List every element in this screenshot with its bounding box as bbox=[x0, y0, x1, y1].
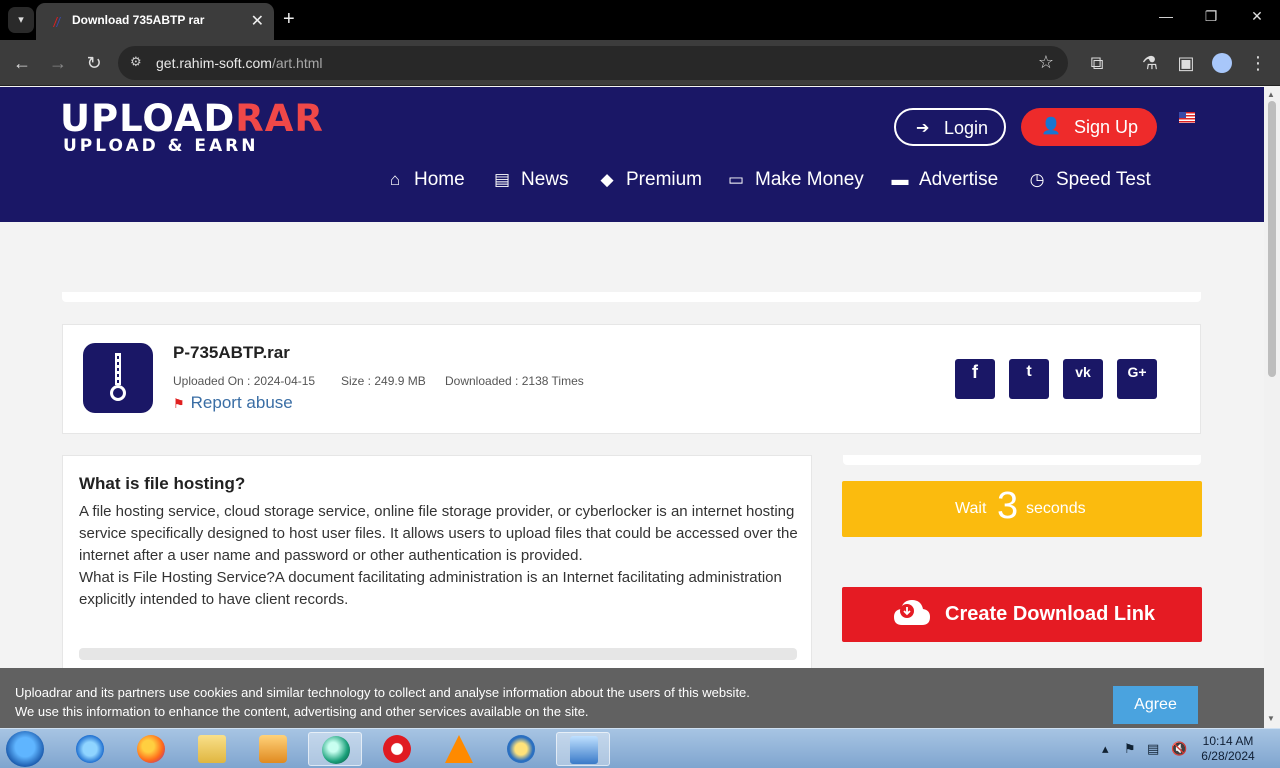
site-favicon-icon bbox=[53, 17, 61, 27]
file-name: P-735ABTP.rar bbox=[173, 343, 290, 362]
vk-share-button[interactable]: vk bbox=[1063, 359, 1103, 399]
forward-icon[interactable]: → bbox=[47, 52, 69, 74]
clock-icon: ◷ bbox=[1029, 170, 1045, 189]
nav-advertise[interactable]: ▬ Advertise bbox=[889, 169, 999, 191]
article-divider bbox=[79, 648, 797, 660]
ad-card-icon: ▬ bbox=[891, 170, 909, 189]
diamond-icon: ◆ bbox=[600, 170, 614, 189]
page-scrollbar[interactable]: ▲ ▼ bbox=[1264, 87, 1280, 728]
money-bill-icon: ▭ bbox=[727, 170, 745, 189]
create-download-link-button[interactable]: Create Download Link bbox=[842, 587, 1202, 642]
extensions-icon[interactable]: ⧉ bbox=[1086, 52, 1108, 74]
system-clock[interactable]: 10:14 AM 6/28/2024 bbox=[1197, 734, 1259, 764]
site-info-icon[interactable]: ⚙ bbox=[130, 54, 148, 72]
start-button[interactable] bbox=[6, 731, 44, 767]
nav-premium[interactable]: ◆ Premium bbox=[596, 169, 702, 191]
user-plus-icon: 👤 bbox=[1041, 118, 1061, 135]
file-info-card: P-735ABTP.rar Uploaded On : 2024-04-15 S… bbox=[62, 324, 1201, 434]
nav-home[interactable]: ⌂ Home bbox=[384, 169, 465, 191]
vlc-icon[interactable] bbox=[432, 732, 486, 766]
cookie-banner: Uploadrar and its partners use cookies a… bbox=[0, 668, 1264, 728]
cloud-download-icon bbox=[894, 600, 930, 625]
windows-taskbar: ▴ ⚑ ▤ 🔇 10:14 AM 6/28/2024 bbox=[0, 728, 1280, 768]
network-icon[interactable]: ▤ bbox=[1147, 741, 1159, 757]
bookmark-star-icon[interactable]: ☆ bbox=[1038, 52, 1054, 73]
address-bar[interactable]: ⚙ get.rahim-soft.com/art.html ☆ bbox=[118, 46, 1068, 80]
zip-file-icon bbox=[83, 343, 153, 413]
report-abuse-link[interactable]: ⚑ Report abuse bbox=[173, 393, 293, 413]
site-logo[interactable]: UPLOADRAR bbox=[60, 97, 324, 140]
reload-icon[interactable]: ↻ bbox=[83, 52, 105, 74]
restore-icon[interactable]: ❐ bbox=[1199, 8, 1223, 25]
nav-news[interactable]: ▤ News bbox=[491, 169, 569, 191]
scroll-up-arrow-icon[interactable]: ▲ bbox=[1267, 90, 1275, 99]
tray-expand-icon[interactable]: ▴ bbox=[1102, 741, 1109, 757]
media-player-icon[interactable] bbox=[246, 732, 300, 766]
sidebar-placeholder-bar bbox=[843, 455, 1201, 465]
side-panel-icon[interactable]: ▣ bbox=[1175, 52, 1197, 74]
cookie-text: Uploadrar and its partners use cookies a… bbox=[15, 685, 750, 719]
article-title: What is file hosting? bbox=[79, 474, 246, 493]
home-icon: ⌂ bbox=[389, 170, 401, 189]
browser-taskbar-icon[interactable] bbox=[308, 732, 362, 766]
twitter-share-button[interactable]: t bbox=[1009, 359, 1049, 399]
newspaper-icon: ▤ bbox=[493, 170, 511, 189]
action-center-flag-icon[interactable]: ⚑ bbox=[1124, 741, 1136, 757]
download-count: Downloaded : 2138 Times bbox=[445, 374, 584, 388]
profile-avatar-icon[interactable] bbox=[1212, 53, 1232, 73]
site-header: UPLOADRAR UPLOAD & EARN ➔ Login 👤 Sign U… bbox=[0, 87, 1264, 222]
internet-explorer-icon[interactable] bbox=[63, 732, 117, 766]
signup-button[interactable]: 👤 Sign Up bbox=[1021, 108, 1157, 146]
scrollbar-thumb[interactable] bbox=[1268, 101, 1276, 377]
sign-in-icon: ➔ bbox=[916, 120, 930, 137]
main-content: P-735ABTP.rar Uploaded On : 2024-04-15 S… bbox=[0, 222, 1264, 745]
window-close-icon[interactable]: ✕ bbox=[1245, 8, 1269, 25]
remote-desktop-icon[interactable] bbox=[556, 732, 610, 766]
tab-title: Download 735ABTP rar bbox=[72, 13, 205, 27]
article-body: A file hosting service, cloud storage se… bbox=[79, 503, 798, 608]
new-tab-icon[interactable]: + bbox=[283, 7, 295, 31]
upload-date: Uploaded On : 2024-04-15 bbox=[173, 374, 316, 388]
tab-search-button[interactable]: ▾ bbox=[8, 7, 34, 33]
google-plus-share-button[interactable]: G+ bbox=[1117, 359, 1157, 399]
tab-close-icon[interactable]: ✕ bbox=[251, 11, 264, 31]
file-size: Size : 249.9 MB bbox=[341, 374, 426, 388]
flag-icon: ⚑ bbox=[173, 396, 185, 411]
firefox-icon[interactable] bbox=[124, 732, 178, 766]
browser-toolbar: ← → ↻ ⚙ get.rahim-soft.com/art.html ☆ ⧉ … bbox=[0, 40, 1280, 86]
opera-icon[interactable] bbox=[370, 732, 424, 766]
browser-tab-bar: ▾ Download 735ABTP rar ✕ + — ❐ ✕ bbox=[0, 0, 1280, 40]
url-text[interactable]: get.rahim-soft.com/art.html bbox=[156, 55, 323, 71]
nav-speed-test[interactable]: ◷ Speed Test bbox=[1026, 169, 1151, 191]
site-logo-tagline: UPLOAD & EARN bbox=[63, 136, 259, 156]
wait-countdown: Wait 3 seconds bbox=[842, 481, 1202, 537]
nav-make-money[interactable]: ▭ Make Money bbox=[725, 169, 864, 191]
login-button[interactable]: ➔ Login bbox=[894, 108, 1006, 146]
ad-placeholder-bar bbox=[62, 292, 1201, 302]
cookie-agree-button[interactable]: Agree bbox=[1113, 686, 1198, 724]
minimize-icon[interactable]: — bbox=[1154, 8, 1178, 24]
menu-kebab-icon[interactable]: ⋮ bbox=[1247, 52, 1269, 74]
network-app-icon[interactable] bbox=[494, 732, 548, 766]
browser-tab[interactable]: Download 735ABTP rar ✕ bbox=[36, 3, 274, 40]
us-flag-icon[interactable] bbox=[1179, 112, 1195, 123]
facebook-share-button[interactable]: f bbox=[955, 359, 995, 399]
back-icon[interactable]: ← bbox=[11, 52, 33, 74]
scroll-down-arrow-icon[interactable]: ▼ bbox=[1267, 714, 1275, 723]
countdown-number: 3 bbox=[997, 485, 1019, 527]
file-explorer-icon[interactable] bbox=[185, 732, 239, 766]
volume-muted-icon[interactable]: 🔇 bbox=[1171, 741, 1187, 757]
labs-flask-icon[interactable]: ⚗ bbox=[1139, 52, 1161, 74]
